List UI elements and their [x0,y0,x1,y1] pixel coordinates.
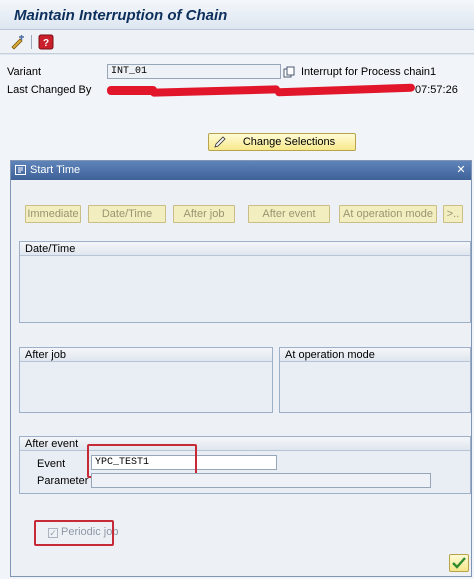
close-icon[interactable]: ✕ [455,164,467,176]
dialog-window-icon [15,165,26,175]
highlight-box [34,520,114,546]
at-operation-mode-button[interactable]: At operation mode [339,205,437,223]
toolbar: ? [0,30,474,54]
date-time-group-title: Date/Time [25,243,76,255]
dialog-title: Start Time [30,164,81,176]
confirm-button[interactable] [449,554,469,572]
variant-description: Interrupt for Process chain1 [301,66,437,78]
change-selections-label: Change Selections [242,136,336,148]
variant-label: Variant [7,66,42,78]
display-change-icon[interactable] [10,34,26,50]
after-job-group-title: After job [25,349,66,361]
svg-text:?: ? [43,38,49,49]
at-operation-mode-group-title: At operation mode [285,349,375,361]
toolbar-separator [31,35,32,49]
help-icon[interactable]: ? [38,34,54,50]
last-changed-label: Last Changed By [7,84,92,96]
after-job-group: After job [19,347,273,413]
parameter-field[interactable] [91,473,431,488]
after-job-button[interactable]: After job [173,205,235,223]
checkmark-icon [452,557,466,569]
change-selections-button[interactable]: Change Selections [208,133,356,151]
date-time-button[interactable]: Date/Time [88,205,166,223]
immediate-button[interactable]: Immediate [25,205,81,223]
more-options-button[interactable]: >.. [443,205,463,223]
event-label: Event [37,458,66,470]
variant-field[interactable]: INT_01 [107,64,281,79]
copy-icon[interactable] [283,66,295,78]
title-bar: Maintain Interruption of Chain [0,0,474,30]
parameter-label: Parameter [37,475,89,487]
dialog-header: Start Time ✕ [11,161,471,180]
changed-time: 07:57:26 [415,84,458,96]
start-time-dialog: Start Time ✕ Immediate Date/Time After j… [10,160,472,577]
date-time-group: Date/Time [19,241,471,323]
window-title: Maintain Interruption of Chain [14,7,228,24]
after-event-group-title: After event [25,438,79,450]
after-event-button[interactable]: After event [248,205,330,223]
at-operation-mode-group: At operation mode [279,347,471,413]
